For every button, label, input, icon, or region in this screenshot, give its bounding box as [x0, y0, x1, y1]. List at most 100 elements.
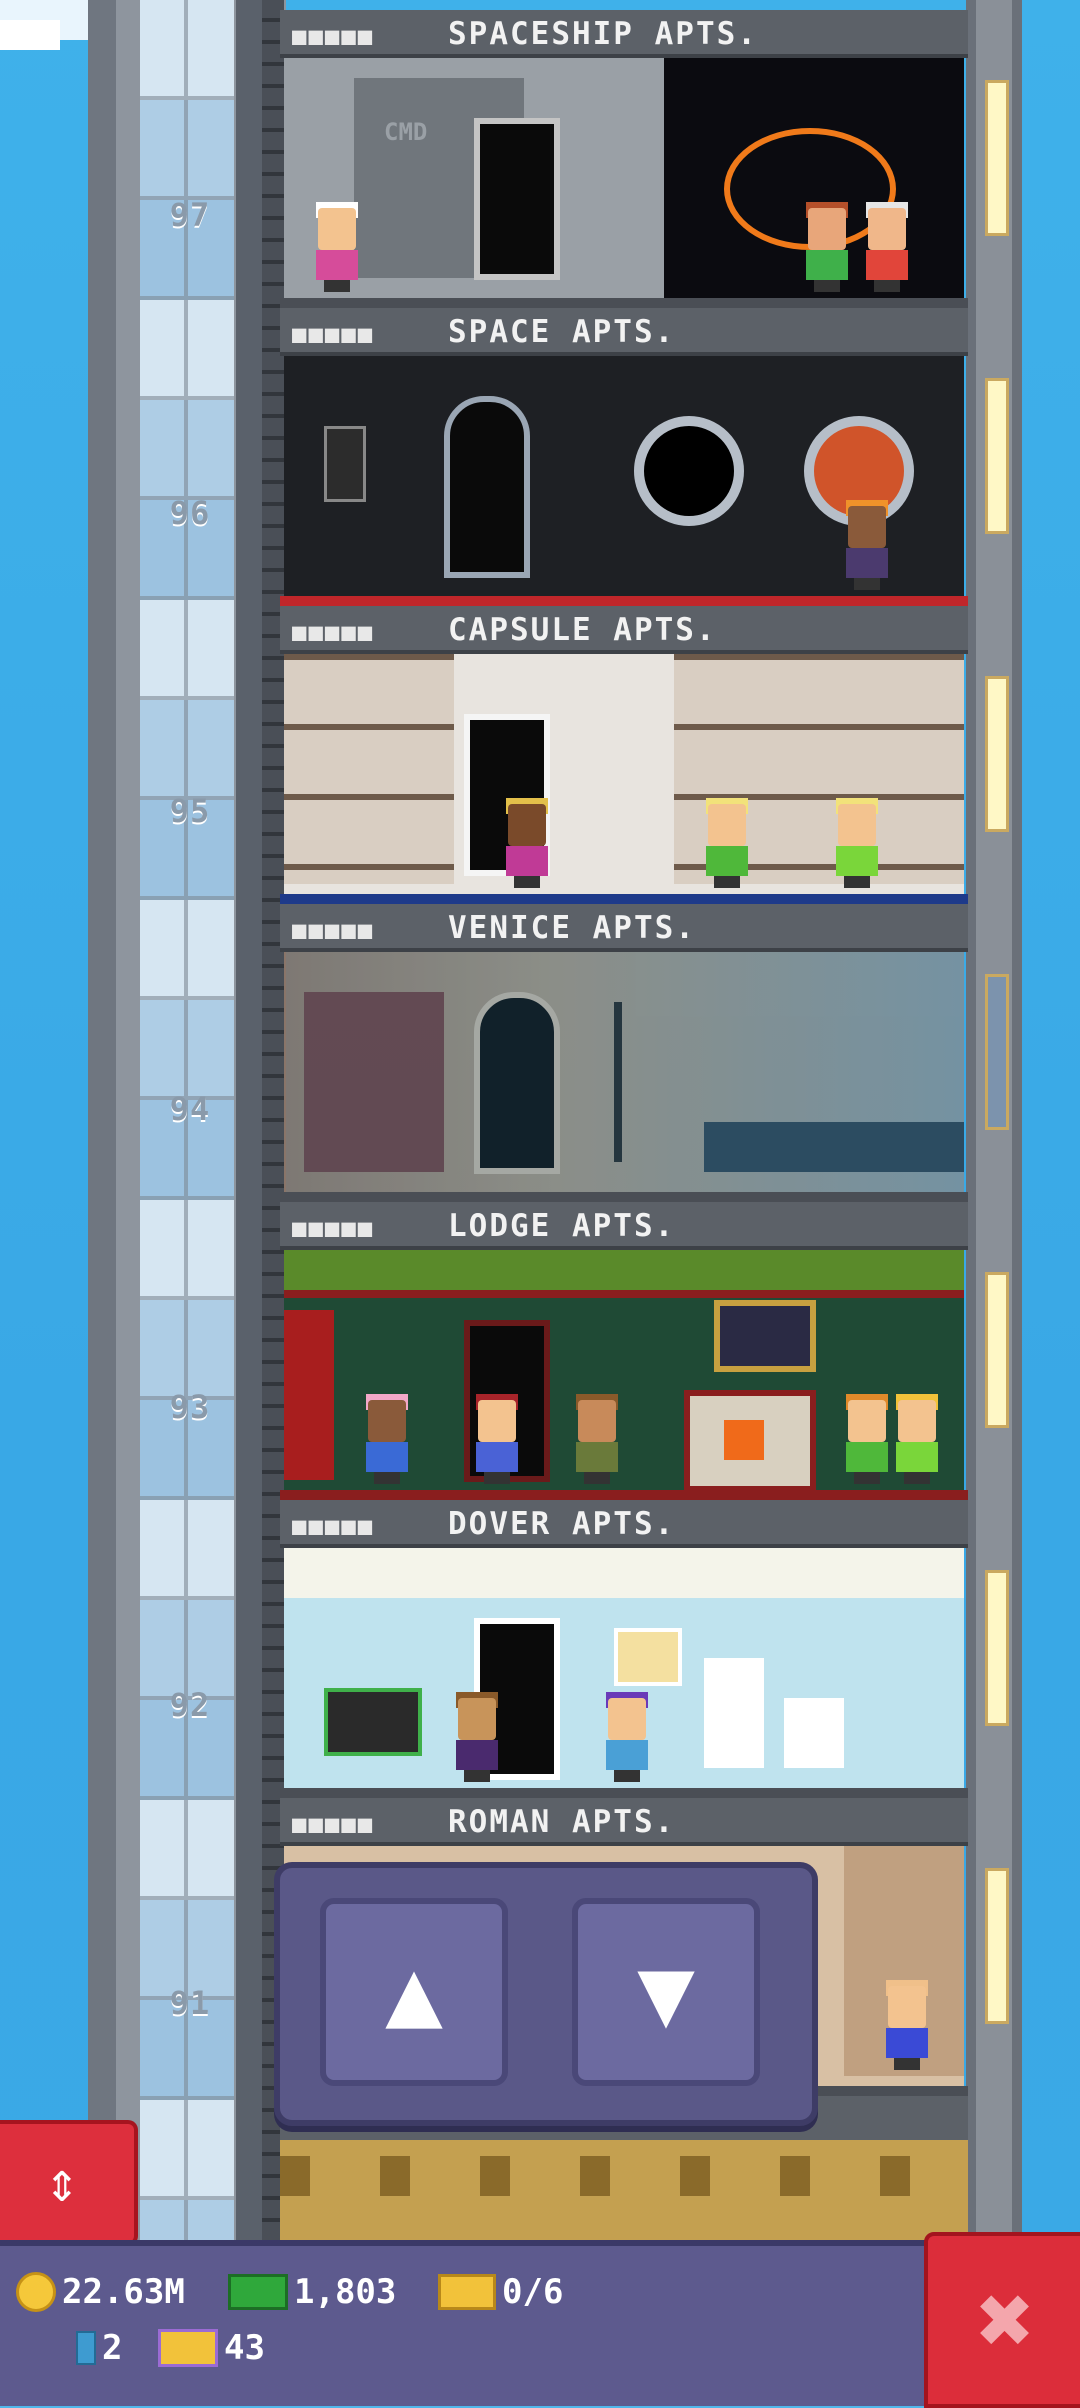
tv-icon: [324, 1688, 422, 1756]
floor-lodge-apts[interactable]: ■■■■■ LODGE APTS.: [280, 1202, 968, 1500]
bitizen[interactable]: [864, 202, 910, 292]
ticket-icon: [438, 2274, 496, 2310]
floor-sign: ■■■■■ DOVER APTS.: [280, 1500, 968, 1548]
elevator-toggle-button[interactable]: ⇕: [0, 2120, 138, 2246]
floor-base: [280, 298, 968, 308]
coins-value: 22.63M: [62, 2272, 185, 2312]
floor-dover-apts[interactable]: ■■■■■ DOVER APTS.: [280, 1500, 968, 1798]
floor-spaceship-apts[interactable]: ■■■■■ SPACESHIP APTS. CMD: [280, 10, 968, 308]
bitizen[interactable]: [604, 1692, 650, 1782]
status-bar: 22.63M 1,803 0/6 2 43: [0, 2240, 1080, 2406]
key-icon: [76, 2331, 96, 2365]
bitizen[interactable]: [884, 1980, 930, 2070]
elevator-controls: ▲ ▼: [274, 1862, 818, 2126]
floor-sign: ■■■■■ SPACE APTS.: [280, 308, 968, 356]
floor-base: [280, 1490, 968, 1500]
room-interior: [284, 654, 964, 894]
tickets-stat: 0/6: [438, 2272, 563, 2312]
floor-number: 93: [169, 1388, 211, 1426]
floor-rating-icon: ■■■■■: [292, 1214, 375, 1242]
bitizen[interactable]: [804, 202, 850, 292]
bitizen[interactable]: [894, 1394, 940, 1484]
pillar-light: [985, 676, 1009, 832]
canal: [704, 1122, 964, 1172]
room-door: [474, 992, 560, 1174]
floor-rating-icon: ■■■■■: [292, 320, 375, 348]
vip-ticket-icon: [158, 2329, 218, 2367]
bitizen[interactable]: [474, 1394, 520, 1484]
painting-icon: [714, 1300, 816, 1372]
room-interior: [280, 2156, 968, 2196]
control-panel-icon: [324, 426, 366, 502]
room-interior: [284, 356, 964, 596]
pillar-light: [985, 1570, 1009, 1726]
elevator-down-button[interactable]: ▼: [572, 1898, 760, 2086]
floor-sign: ■■■■■ CAPSULE APTS.: [280, 606, 968, 654]
cmd-label: CMD: [384, 118, 428, 146]
pillar-light: [985, 378, 1009, 534]
floor-sign: ■■■■■ VENICE APTS.: [280, 904, 968, 952]
pillar-light: [985, 80, 1009, 236]
pillar-light: [985, 1272, 1009, 1428]
pillar-light: [985, 974, 1009, 1130]
bux-icon: [228, 2274, 288, 2310]
floor-base: [280, 894, 968, 904]
room-door: [474, 118, 560, 280]
up-down-arrows-icon: ⇕: [45, 2150, 79, 2215]
floor-number: 96: [169, 494, 211, 532]
bitizen[interactable]: [844, 500, 890, 590]
floor-base: [280, 1192, 968, 1202]
porthole-icon: [634, 416, 744, 526]
floor-name: CAPSULE APTS.: [448, 612, 717, 648]
floor-space-apts[interactable]: ■■■■■ SPACE APTS.: [280, 308, 968, 606]
bitizen[interactable]: [314, 202, 360, 292]
room-interior: [284, 1548, 964, 1788]
room-door: [444, 396, 530, 578]
floor-name: ROMAN APTS.: [448, 1804, 676, 1840]
floor-capsule-apts[interactable]: ■■■■■ CAPSULE APTS.: [280, 606, 968, 904]
bux-stat: 1,803: [228, 2272, 396, 2312]
arrow-up-icon: ▲: [385, 1936, 443, 2048]
stove-icon: [784, 1698, 844, 1768]
curtain: [284, 1310, 334, 1480]
bitizen[interactable]: [364, 1394, 410, 1484]
bitizen[interactable]: [844, 1394, 890, 1484]
floor-base: [280, 596, 968, 606]
floor-rating-icon: ■■■■■: [292, 618, 375, 646]
bux-value: 1,803: [294, 2272, 397, 2312]
bitizen[interactable]: [834, 798, 880, 888]
bitizen[interactable]: [454, 1692, 500, 1782]
elevator-up-button[interactable]: ▲: [320, 1898, 508, 2086]
shaft-rail: [88, 0, 116, 2240]
room-interior: [284, 952, 964, 1192]
bitizen[interactable]: [574, 1394, 620, 1484]
floor-name: SPACESHIP APTS.: [448, 16, 758, 52]
floor-number: 91: [169, 1984, 211, 2022]
keys-value: 2: [102, 2328, 123, 2368]
close-icon: ✖: [977, 2264, 1035, 2376]
arrow-down-icon: ▼: [637, 1936, 695, 2048]
mask-shelf: [304, 992, 444, 1172]
floor-sign: ■■■■■ ROMAN APTS.: [280, 1798, 968, 1846]
floor-rating-icon: ■■■■■: [292, 1810, 375, 1838]
vip-stat: 43: [158, 2328, 265, 2368]
lodge-beam: [284, 1250, 964, 1298]
room-interior: CMD: [284, 58, 964, 298]
close-button[interactable]: ✖: [924, 2232, 1080, 2408]
coin-icon: [16, 2272, 56, 2312]
bitizen[interactable]: [704, 798, 750, 888]
floor-sign: ■■■■■ LODGE APTS.: [280, 1202, 968, 1250]
room-interior: [284, 1250, 964, 1492]
pillar-light: [985, 1868, 1009, 2024]
floor-number: 92: [169, 1686, 211, 1724]
cloud: [0, 20, 60, 50]
fridge-icon: [704, 1658, 764, 1768]
floor-number: 94: [169, 1090, 211, 1128]
ceiling: [284, 1548, 964, 1598]
floor-sign: ■■■■■ SPACESHIP APTS.: [280, 10, 968, 58]
floor-venice-apts[interactable]: ■■■■■ VENICE APTS.: [280, 904, 968, 1202]
floor-name: LODGE APTS.: [448, 1208, 676, 1244]
bitizen[interactable]: [504, 798, 550, 888]
tickets-value: 0/6: [502, 2272, 564, 2312]
floor-name: VENICE APTS.: [448, 910, 696, 946]
